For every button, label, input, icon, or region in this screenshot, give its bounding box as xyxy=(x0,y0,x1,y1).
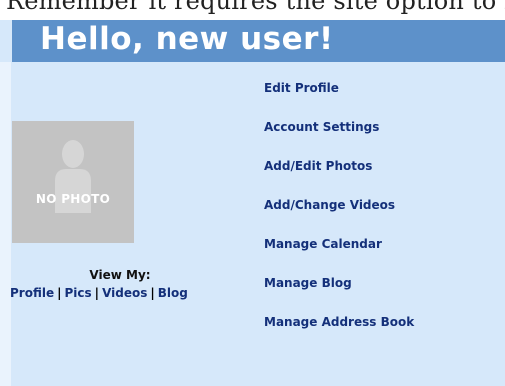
view-my-label: View My: xyxy=(89,268,151,282)
silhouette-icon xyxy=(55,140,91,213)
link-separator: | xyxy=(57,286,62,300)
cropped-text-fragment: Remember it requires the site option to … xyxy=(6,0,505,15)
view-blog-link[interactable]: Blog xyxy=(158,286,188,300)
view-pics-link[interactable]: Pics xyxy=(65,286,92,300)
link-separator: | xyxy=(94,286,100,300)
cropped-top-text: Remember it requires the site option to … xyxy=(0,0,505,20)
no-photo-label: NO PHOTO xyxy=(35,192,111,206)
header-bar: Hello, new user! xyxy=(12,20,505,62)
greeting-title: Hello, new user! xyxy=(40,21,334,57)
view-videos-link[interactable]: Videos xyxy=(102,286,147,300)
account-settings-link[interactable]: Account Settings xyxy=(264,119,414,158)
profile-photo-placeholder[interactable]: NO PHOTO xyxy=(12,121,134,243)
add-change-videos-link[interactable]: Add/Change Videos xyxy=(264,197,414,236)
user-panel: Hello, new user! NO PHOTO View My: Profi… xyxy=(0,20,505,386)
view-my-links: Profile | Pics | Videos | Blog xyxy=(10,286,188,300)
manage-blog-link[interactable]: Manage Blog xyxy=(264,275,414,314)
view-profile-link[interactable]: Profile xyxy=(10,286,54,300)
link-separator: | xyxy=(150,286,155,300)
edit-profile-link[interactable]: Edit Profile xyxy=(264,80,414,119)
manage-calendar-link[interactable]: Manage Calendar xyxy=(264,236,414,275)
account-menu: Edit Profile Account Settings Add/Edit P… xyxy=(264,80,414,353)
add-edit-photos-link[interactable]: Add/Edit Photos xyxy=(264,158,414,197)
manage-address-book-link[interactable]: Manage Address Book xyxy=(264,314,414,353)
panel-left-edge xyxy=(0,62,11,386)
